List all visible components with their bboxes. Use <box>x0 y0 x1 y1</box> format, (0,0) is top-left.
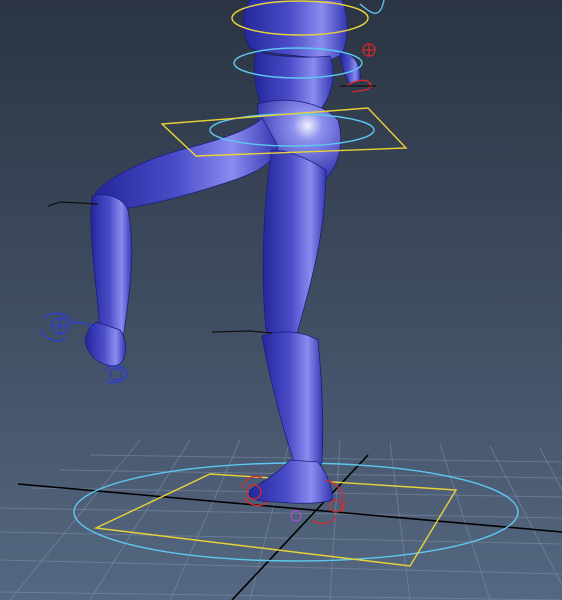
character-model[interactable] <box>84 0 361 504</box>
ground-grid <box>0 439 562 600</box>
scene-canvas[interactable] <box>0 0 562 600</box>
3d-viewport[interactable] <box>0 0 562 600</box>
knee-pole-vectors <box>47 201 273 334</box>
